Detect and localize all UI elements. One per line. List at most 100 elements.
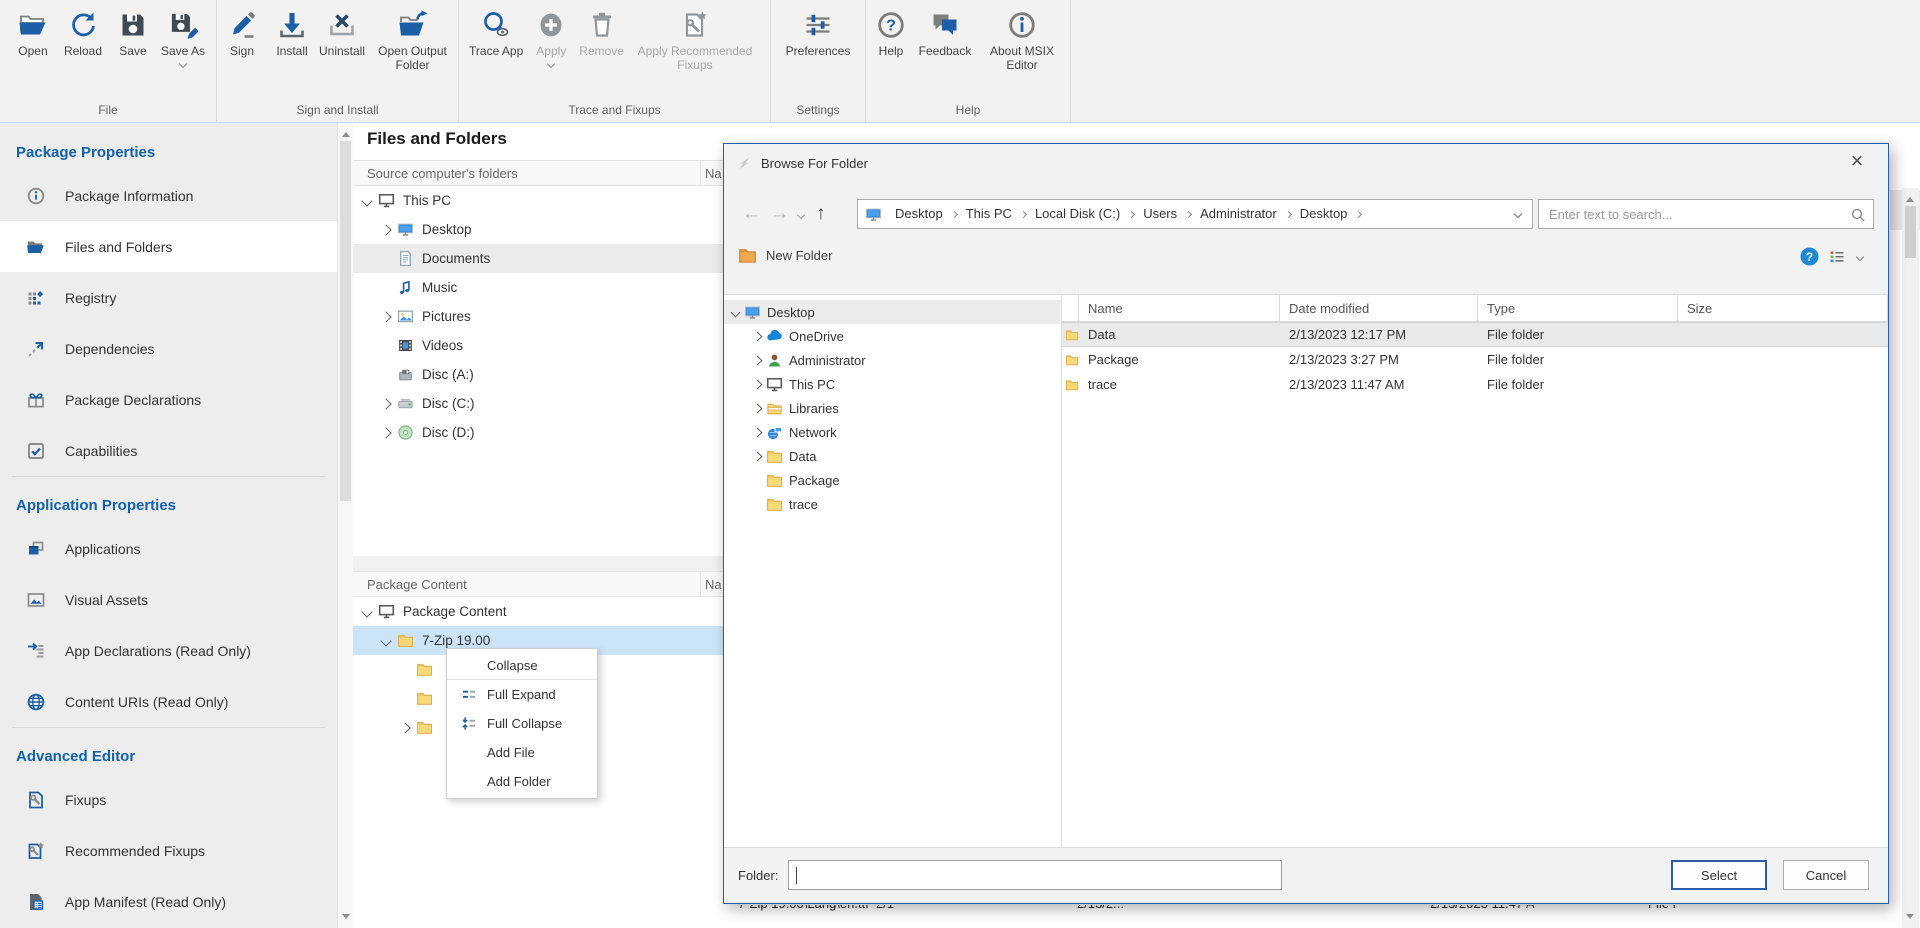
context-menu-item-full-collapse[interactable]: Full Collapse bbox=[447, 709, 597, 738]
source-tree-item-this-pc[interactable]: This PC bbox=[353, 186, 723, 215]
source-tree-item-desktop[interactable]: Desktop bbox=[353, 215, 723, 244]
file-row-data[interactable]: Data 2/13/2023 12:17 PM File folder bbox=[1062, 322, 1888, 347]
ribbon-button-apply[interactable]: Apply bbox=[526, 9, 576, 68]
context-menu-item-add-folder[interactable]: Add Folder bbox=[447, 767, 597, 796]
sidebar-item-content-uris-read-only[interactable]: Content URIs (Read Only) bbox=[0, 676, 337, 727]
sidebar-item-fixups[interactable]: Fixups bbox=[0, 774, 337, 825]
source-tree-item-music[interactable]: Music bbox=[353, 273, 723, 302]
sidebar-item-files-and-folders[interactable]: Files and Folders bbox=[0, 221, 337, 272]
ribbon-button-save[interactable]: Save bbox=[108, 9, 158, 59]
sidebar-scrollbar[interactable] bbox=[337, 123, 353, 928]
breadcrumb[interactable]: Desktop This PC Local Disk (C:) bbox=[857, 199, 1533, 229]
file-row-trace[interactable]: trace 2/13/2023 11:47 AM File folder bbox=[1062, 372, 1888, 397]
ribbon-button-open[interactable]: Open bbox=[8, 9, 58, 59]
folder-tree-item-desktop[interactable]: Desktop bbox=[724, 300, 1061, 324]
details-view-icon[interactable] bbox=[1829, 249, 1845, 265]
cancel-button[interactable]: Cancel bbox=[1783, 860, 1869, 890]
folder-tree-item-this-pc[interactable]: This PC bbox=[724, 372, 1061, 396]
column-header-size[interactable]: Size bbox=[1678, 295, 1888, 321]
search-input[interactable] bbox=[1539, 200, 1873, 228]
sidebar-item-capabilities[interactable]: Capabilities bbox=[0, 425, 337, 476]
help-blue-icon[interactable]: ? bbox=[1800, 247, 1819, 266]
scroll-up-icon[interactable] bbox=[1906, 193, 1914, 202]
package-tree-item-package-content[interactable]: Package Content bbox=[353, 597, 723, 626]
dropdown-chevron-icon[interactable] bbox=[547, 60, 555, 68]
ribbon-button-preferences[interactable]: Preferences bbox=[775, 9, 861, 59]
scroll-up-icon[interactable] bbox=[342, 128, 350, 137]
context-menu-item-full-expand[interactable]: Full Expand bbox=[447, 680, 597, 709]
folder-tree-item-libraries[interactable]: Libraries bbox=[724, 396, 1061, 420]
folder-tree-item-data[interactable]: Data bbox=[724, 444, 1061, 468]
expand-chevron-icon[interactable] bbox=[731, 307, 741, 317]
up-button[interactable]: ↑ bbox=[816, 199, 826, 229]
expand-chevron-icon[interactable] bbox=[753, 451, 763, 461]
main-vertical-scrollbar[interactable] bbox=[1902, 188, 1919, 928]
sidebar-item-applications[interactable]: Applications bbox=[0, 523, 337, 574]
scroll-down-icon[interactable] bbox=[342, 914, 350, 923]
ribbon-button-sign[interactable]: Sign bbox=[217, 9, 267, 59]
expand-chevron-icon[interactable] bbox=[361, 195, 372, 206]
source-tree-item-disc-a[interactable]: Disc (A:) bbox=[353, 360, 723, 389]
select-button[interactable]: Select bbox=[1671, 860, 1767, 890]
new-folder-button[interactable]: New Folder bbox=[738, 246, 832, 265]
ribbon-button-about-msix-editor[interactable]: About MSIX Editor bbox=[974, 9, 1070, 73]
expand-chevron-icon[interactable] bbox=[753, 403, 763, 413]
breadcrumb-item-local-disk-c[interactable]: Local Disk (C:) bbox=[1026, 200, 1129, 228]
ribbon-button-trace-app[interactable]: Trace App bbox=[466, 9, 526, 59]
column-header-type[interactable]: Type bbox=[1478, 295, 1678, 321]
folder-tree-item-trace[interactable]: trace bbox=[724, 492, 1061, 516]
expand-chevron-icon[interactable] bbox=[753, 331, 763, 341]
close-button[interactable]: × bbox=[1842, 146, 1872, 176]
breadcrumb-dropdown-icon[interactable] bbox=[1514, 210, 1522, 218]
ribbon-button-save-as[interactable]: Save As bbox=[158, 9, 208, 68]
source-tree-item-disc-c[interactable]: Disc (C:) bbox=[353, 389, 723, 418]
breadcrumb-item-desktop[interactable]: Desktop bbox=[886, 200, 952, 228]
folder-input[interactable] bbox=[789, 861, 1281, 889]
sidebar-item-app-manifest-read-only[interactable]: App Manifest (Read Only) bbox=[0, 876, 337, 927]
folder-tree-item-package[interactable]: Package bbox=[724, 468, 1061, 492]
history-dropdown-icon[interactable] bbox=[797, 211, 805, 219]
breadcrumb-item-users[interactable]: Users bbox=[1134, 200, 1186, 228]
expand-chevron-icon[interactable] bbox=[380, 635, 391, 646]
scrollbar-thumb[interactable] bbox=[340, 141, 351, 501]
sidebar-item-dependencies[interactable]: Dependencies bbox=[0, 323, 337, 374]
dropdown-chevron-icon[interactable] bbox=[179, 60, 187, 68]
ribbon-button-install[interactable]: Install bbox=[267, 9, 317, 59]
sidebar-item-registry[interactable]: Registry bbox=[0, 272, 337, 323]
ribbon-button-help[interactable]: ? Help bbox=[866, 9, 916, 59]
expand-chevron-icon[interactable] bbox=[380, 427, 391, 438]
source-tree-item-disc-d[interactable]: Disc (D:) bbox=[353, 418, 723, 447]
ribbon-button-reload[interactable]: Reload bbox=[58, 9, 108, 59]
expand-chevron-icon[interactable] bbox=[753, 379, 763, 389]
breadcrumb-item-administrator[interactable]: Administrator bbox=[1191, 200, 1286, 228]
expand-chevron-icon[interactable] bbox=[361, 606, 372, 617]
ribbon-button-remove[interactable]: Remove bbox=[576, 9, 627, 59]
source-tree-item-pictures[interactable]: Pictures bbox=[353, 302, 723, 331]
ribbon-button-apply-recommended-fixups[interactable]: Apply Recommended Fixups bbox=[627, 9, 763, 73]
scrollbar-thumb[interactable] bbox=[1905, 206, 1916, 258]
breadcrumb-item-desktop[interactable]: Desktop bbox=[1291, 200, 1357, 228]
ribbon-button-uninstall[interactable]: Uninstall bbox=[317, 9, 367, 59]
sidebar-item-app-declarations-read-only[interactable]: App Declarations (Read Only) bbox=[0, 625, 337, 676]
ribbon-button-open-output-folder[interactable]: Open Output Folder bbox=[367, 9, 458, 73]
ribbon-button-feedback[interactable]: Feedback bbox=[916, 9, 974, 59]
expand-chevron-icon[interactable] bbox=[399, 722, 410, 733]
expand-chevron-icon[interactable] bbox=[380, 398, 391, 409]
sidebar-item-visual-assets[interactable]: Visual Assets bbox=[0, 574, 337, 625]
back-button[interactable]: ← bbox=[742, 199, 761, 229]
scroll-down-icon[interactable] bbox=[1906, 914, 1914, 923]
folder-tree-item-administrator[interactable]: Administrator bbox=[724, 348, 1061, 372]
column-header-name[interactable]: Name bbox=[1079, 295, 1280, 321]
source-tree-item-videos[interactable]: Videos bbox=[353, 331, 723, 360]
expand-chevron-icon[interactable] bbox=[380, 224, 391, 235]
view-dropdown-icon[interactable] bbox=[1856, 253, 1864, 261]
expand-chevron-icon[interactable] bbox=[753, 355, 763, 365]
folder-tree-item-network[interactable]: Network bbox=[724, 420, 1061, 444]
context-menu-item-add-file[interactable]: Add File bbox=[447, 738, 597, 767]
sidebar-item-package-declarations[interactable]: Package Declarations bbox=[0, 374, 337, 425]
file-row-package[interactable]: Package 2/13/2023 3:27 PM File folder bbox=[1062, 347, 1888, 372]
context-menu-item-collapse[interactable]: Collapse bbox=[447, 651, 597, 680]
expand-chevron-icon[interactable] bbox=[380, 311, 391, 322]
expand-chevron-icon[interactable] bbox=[753, 427, 763, 437]
sidebar-item-package-information[interactable]: Package Information bbox=[0, 170, 337, 221]
